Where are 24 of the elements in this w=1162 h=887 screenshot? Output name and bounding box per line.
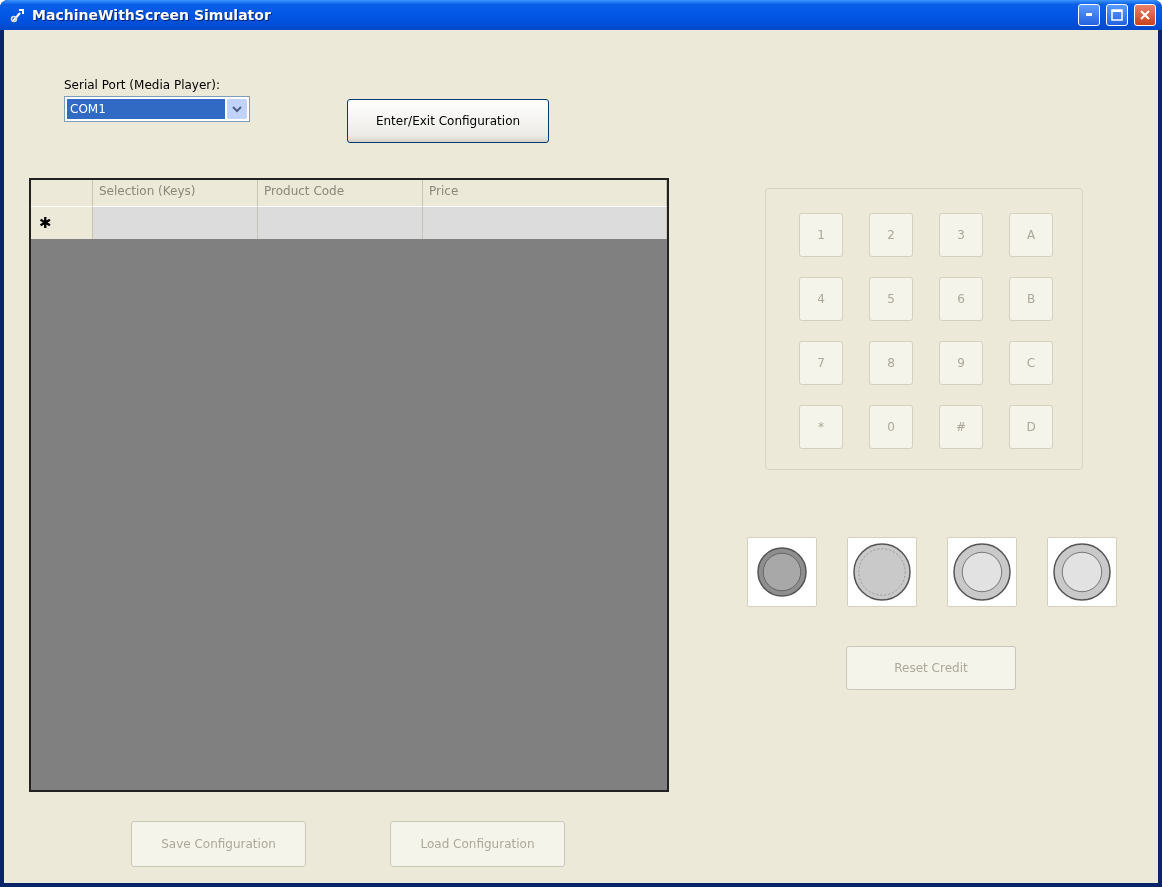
serial-port-label: Serial Port (Media Player): [64,78,221,92]
maximize-icon [1111,9,1123,21]
table-cell[interactable] [258,207,423,239]
coin-button[interactable] [947,537,1017,607]
coin-icon [853,543,911,601]
table-cell[interactable] [423,207,667,239]
window-title: MachineWithScreen Simulator [32,7,272,23]
close-button[interactable] [1134,4,1156,26]
serial-port-dropdown[interactable]: COM1 [64,96,250,122]
coin-icon [1053,543,1111,601]
coin-icon [757,547,807,597]
minimize-button[interactable] [1078,4,1100,26]
coin-icon [953,543,1011,601]
new-row-marker: ✱ [31,207,93,239]
maximize-button[interactable] [1106,4,1128,26]
chevron-down-icon [232,105,242,113]
config-button[interactable]: Enter/Exit Configuration [347,99,549,143]
row-header-corner [31,180,93,207]
coin-button[interactable] [847,537,917,607]
minimize-icon [1085,13,1093,17]
coin-button[interactable] [747,537,817,607]
coin-button[interactable] [1047,537,1117,607]
table-cell[interactable] [93,207,258,239]
close-icon [1139,9,1151,21]
